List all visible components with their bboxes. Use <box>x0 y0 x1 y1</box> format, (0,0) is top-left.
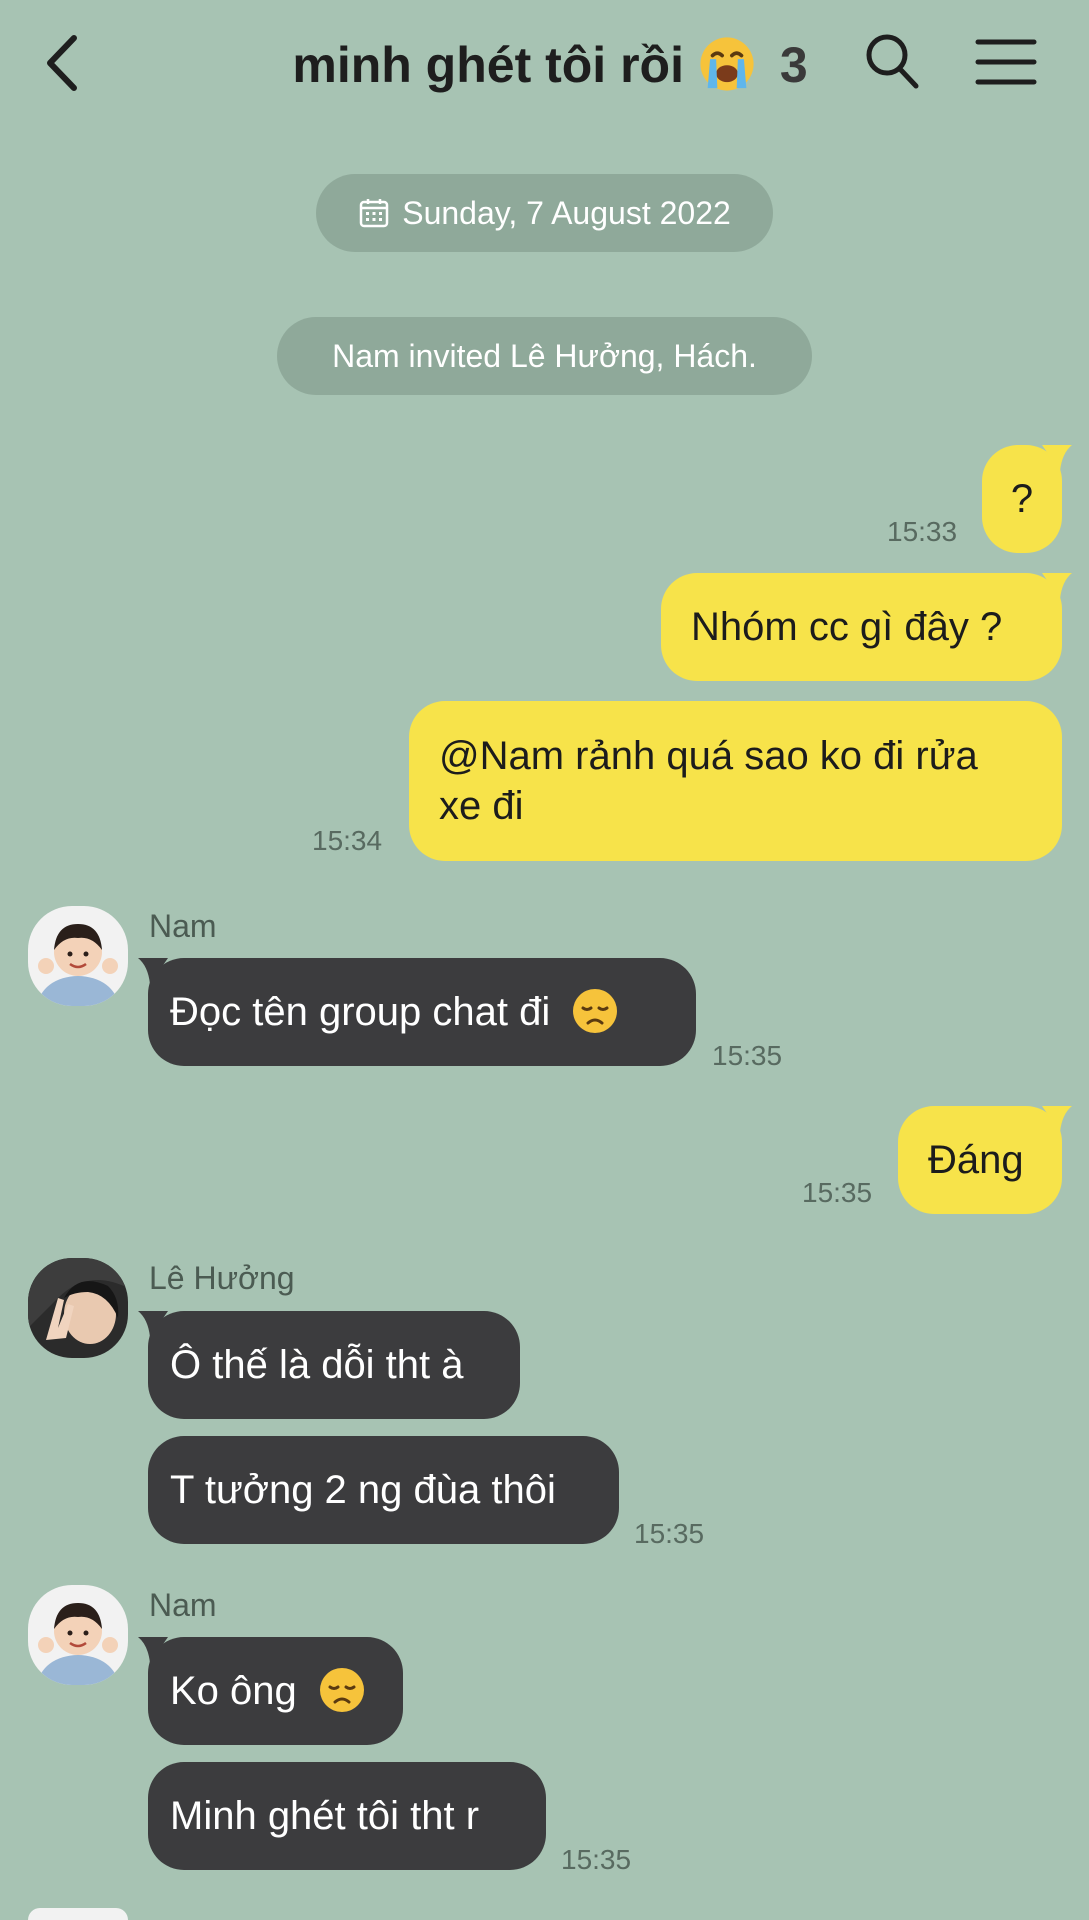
back-button[interactable] <box>40 28 90 98</box>
message-text-line: @Nam rảnh quá sao ko đi rửa <box>439 734 978 778</box>
loudly-crying-face-icon <box>700 37 754 91</box>
disappointed-face-icon <box>573 989 618 1034</box>
chevron-left-icon <box>47 35 77 91</box>
date-divider: Sunday, 7 August 2022 <box>316 174 773 252</box>
message-text: Ô thế là dỗi tht à <box>170 1343 464 1387</box>
disappointed-face-icon <box>319 1668 364 1713</box>
bubble-tail <box>1042 573 1072 599</box>
my-message-bubble[interactable]: ? <box>982 445 1072 553</box>
message-text: ? <box>1010 477 1034 521</box>
their-message-bubble[interactable]: Minh ghét tôi tht r <box>148 1762 546 1870</box>
their-message-bubble[interactable]: Ko ông <box>138 1637 403 1745</box>
avatar-image <box>28 1258 128 1358</box>
sender-name: Nam <box>149 1587 217 1623</box>
sender-name: Lê Hưởng <box>149 1260 295 1296</box>
system-message: Nam invited Lê Hưởng, Hách. <box>277 317 812 395</box>
sender-name: Nam <box>149 908 217 944</box>
avatar-partial[interactable] <box>28 1908 128 1920</box>
my-message-bubble[interactable]: Đáng <box>898 1106 1072 1214</box>
message-text-line: xe đi <box>439 784 524 828</box>
message-time: 15:33 <box>887 516 958 547</box>
message-text: Ko ông <box>170 1669 297 1713</box>
hamburger-menu-icon <box>975 39 1037 85</box>
avatar-nam[interactable] <box>28 1585 128 1685</box>
message-time: 15:35 <box>634 1518 705 1549</box>
message-text: Đáng <box>928 1138 1024 1182</box>
their-message-bubble[interactable]: Đọc tên group chat đi <box>138 958 696 1066</box>
bubble-tail <box>1042 1106 1072 1132</box>
avatar-nam[interactable] <box>28 906 128 1006</box>
avatar-image <box>28 1585 128 1685</box>
message-text: T tưởng 2 ng đùa thôi <box>170 1468 556 1512</box>
bubble-tail <box>138 1311 168 1337</box>
avatar-le-huong[interactable] <box>28 1258 128 1358</box>
message-time: 15:35 <box>712 1040 783 1071</box>
their-message-bubble[interactable]: T tưởng 2 ng đùa thôi <box>148 1436 619 1544</box>
avatar-image <box>28 906 128 1006</box>
message-time: 15:35 <box>802 1177 873 1208</box>
their-message-bubble[interactable]: Ô thế là dỗi tht à <box>138 1311 520 1419</box>
my-message-bubble[interactable]: Nhóm cc gì đây ? <box>661 573 1072 681</box>
message-text: Đọc tên group chat đi <box>170 990 551 1034</box>
chat-header: minh ghét tôi rồi 3 <box>0 0 1089 130</box>
message-text: Minh ghét tôi tht r <box>170 1794 480 1838</box>
bubble-tail <box>1042 445 1072 471</box>
bubble-tail <box>138 1637 168 1663</box>
bubble-tail <box>138 958 168 984</box>
my-message-bubble[interactable]: @Nam rảnh quá sao ko đi rửa xe đi <box>409 701 1062 861</box>
member-count: 3 <box>779 37 808 93</box>
search-icon <box>866 34 919 89</box>
menu-button[interactable] <box>974 36 1038 88</box>
message-time: 15:34 <box>312 825 383 856</box>
date-text: Sunday, 7 August 2022 <box>402 195 731 231</box>
message-text: Nhóm cc gì đây ? <box>691 605 1003 649</box>
message-time: 15:35 <box>561 1844 632 1875</box>
avatar-image <box>28 1908 128 1920</box>
chat-title-text: minh ghét tôi rồi <box>292 37 684 93</box>
calendar-icon <box>359 198 389 227</box>
search-button[interactable] <box>862 30 922 94</box>
chat-title[interactable]: minh ghét tôi rồi 3 <box>200 30 900 100</box>
